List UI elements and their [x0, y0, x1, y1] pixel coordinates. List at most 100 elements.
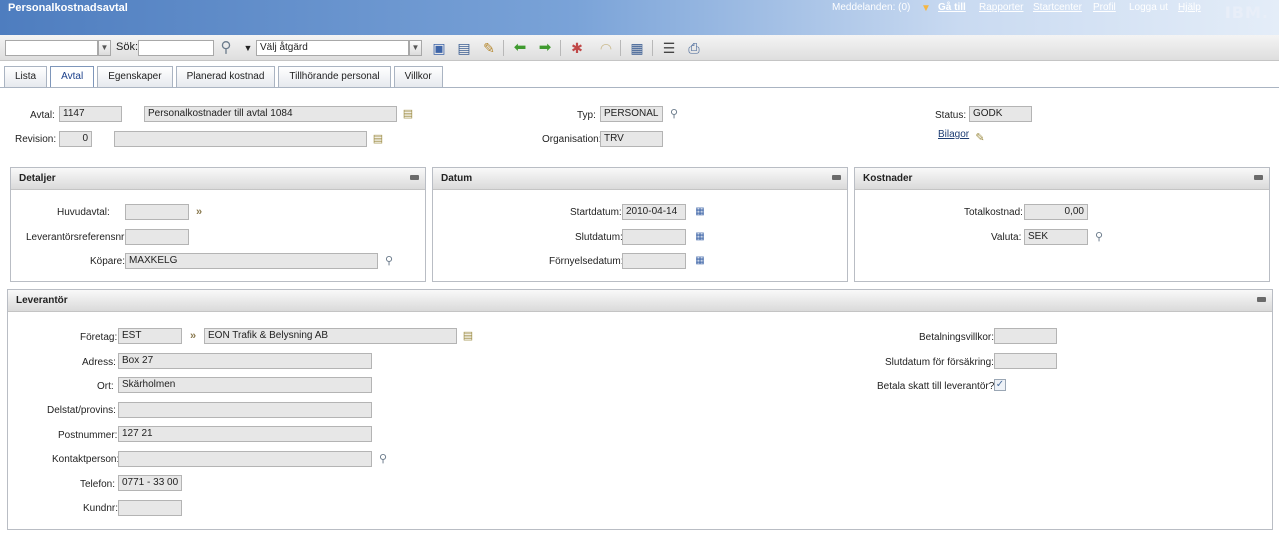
kontaktperson-field[interactable]	[118, 451, 372, 467]
messages-link[interactable]: Meddelanden: (0)	[832, 2, 910, 13]
search-icon[interactable]: ⚲	[382, 254, 396, 268]
search-icon[interactable]: ⚲	[667, 107, 681, 121]
description-field[interactable]: Personalkostnader till avtal 1084	[144, 106, 397, 122]
revision-field[interactable]: 0	[59, 131, 92, 147]
app-title: Personalkostnadsavtal	[8, 2, 128, 14]
attachment-edit-icon[interactable]: ✎	[973, 131, 987, 145]
totalkostnad-field[interactable]: 0,00	[1024, 204, 1088, 220]
valuta-label: Valuta:	[991, 232, 1022, 243]
go-to-icon[interactable]: »	[186, 329, 200, 343]
minimize-icon[interactable]	[832, 175, 841, 180]
workflow-icon[interactable]: ✱	[568, 39, 586, 57]
leverantorsreferens-field[interactable]	[125, 229, 189, 245]
kundnr-label: Kundnr:	[83, 503, 119, 514]
ort-field[interactable]: Skärholmen	[118, 377, 372, 393]
telefon-field[interactable]: 0771 - 33 00 3	[118, 475, 182, 491]
tab-avtal[interactable]: Avtal	[50, 66, 95, 88]
toolbar-separator	[620, 40, 621, 56]
search-icon[interactable]: ⚲	[376, 452, 390, 466]
clear-icon[interactable]: ✎	[480, 39, 498, 57]
betalningsvillkor-label: Betalningsvillkor:	[919, 332, 995, 343]
panel-title: Kostnader	[863, 173, 913, 184]
delstat-field[interactable]	[118, 402, 372, 418]
betala-skatt-checkbox[interactable]: ✓	[994, 379, 1006, 391]
typ-field[interactable]: PERSONAL	[600, 106, 663, 122]
profile-link[interactable]: Profil	[1093, 2, 1116, 13]
postnummer-label: Postnummer:	[58, 430, 118, 441]
panel-header: Detaljer	[11, 168, 425, 190]
slutdatum-field[interactable]	[622, 229, 686, 245]
report-icon[interactable]: ▦	[628, 39, 646, 57]
action-select[interactable]: Välj åtgärd	[256, 40, 409, 56]
toolbar-separator	[503, 40, 504, 56]
minimize-icon[interactable]	[410, 175, 419, 180]
ort-label: Ort:	[97, 381, 114, 392]
avtal-label: Avtal:	[30, 110, 55, 121]
calendar-icon[interactable]: ▦	[693, 205, 707, 219]
goto-menu[interactable]: Gå till	[938, 2, 966, 13]
long-description-icon[interactable]: ▤	[401, 107, 415, 121]
chevron-down-icon[interactable]: ▼	[98, 40, 111, 56]
minimize-icon[interactable]	[1254, 175, 1263, 180]
list-icon[interactable]: ☰	[660, 39, 678, 57]
tab-tillhorande-personal[interactable]: Tillhörande personal	[278, 66, 391, 87]
revision-description-field[interactable]	[114, 131, 367, 147]
organisation-field[interactable]: TRV	[600, 131, 663, 147]
long-description-icon[interactable]: ▤	[461, 329, 475, 343]
avtal-field[interactable]: 1147	[59, 106, 122, 122]
query-select[interactable]	[5, 40, 98, 56]
tab-planerad-kostnad[interactable]: Planerad kostnad	[175, 66, 276, 87]
tab-egenskaper[interactable]: Egenskaper	[97, 66, 173, 87]
adress-field[interactable]: Box 27	[118, 353, 372, 369]
bilagor-link[interactable]: Bilagor	[938, 129, 969, 140]
status-field[interactable]: GODK	[969, 106, 1032, 122]
panel-title: Leverantör	[16, 295, 68, 306]
slutdatum-forsakring-field[interactable]	[994, 353, 1057, 369]
kontaktperson-label: Kontaktperson:	[52, 454, 120, 465]
next-icon[interactable]: ➡	[536, 39, 554, 57]
huvudavtal-field[interactable]	[125, 204, 189, 220]
new-record-icon[interactable]: ▣	[430, 39, 448, 57]
calendar-icon[interactable]: ▦	[693, 254, 707, 268]
reports-link[interactable]: Rapporter	[979, 2, 1023, 13]
panel-title: Detaljer	[19, 173, 56, 184]
postnummer-field[interactable]: 127 21	[118, 426, 372, 442]
print-icon[interactable]: ⎙	[685, 39, 703, 57]
tab-villkor[interactable]: Villkor	[393, 66, 443, 87]
search-options-icon[interactable]: ▼	[239, 39, 257, 57]
logout-link[interactable]: Logga ut	[1129, 2, 1168, 13]
fornyelsedatum-field[interactable]	[622, 253, 686, 269]
go-to-icon[interactable]: »	[192, 205, 206, 219]
betala-skatt-label: Betala skatt till leverantör?	[877, 381, 995, 392]
startcenter-link[interactable]: Startcenter	[1033, 2, 1082, 13]
kopare-field[interactable]: MAXKELG	[125, 253, 378, 269]
toolbar-separator	[652, 40, 653, 56]
startdatum-field[interactable]: 2010-04-14	[622, 204, 686, 220]
search-icon[interactable]: ⚲	[217, 39, 235, 57]
tab-lista[interactable]: Lista	[4, 66, 48, 87]
panel-title: Datum	[441, 173, 473, 184]
foretag-name-field[interactable]: EON Trafik & Belysning AB	[204, 328, 457, 344]
search-input[interactable]	[138, 40, 214, 56]
foretag-code-field[interactable]: EST	[118, 328, 182, 344]
tab-bar: Lista Avtal Egenskaper Planerad kostnad …	[4, 66, 446, 88]
search-icon[interactable]: ⚲	[1092, 230, 1106, 244]
minimize-icon[interactable]	[1257, 297, 1266, 302]
save-icon[interactable]: ▤	[455, 39, 473, 57]
chevron-down-icon[interactable]: ▼	[409, 40, 422, 56]
help-link[interactable]: Hjälp	[1178, 2, 1201, 13]
long-description-icon[interactable]: ▤	[371, 132, 385, 146]
ibm-logo: IBM.	[1224, 3, 1269, 22]
betalningsvillkor-field[interactable]	[994, 328, 1057, 344]
valuta-field[interactable]: SEK	[1024, 229, 1088, 245]
panel-header: Leverantör	[8, 290, 1272, 312]
calendar-icon[interactable]: ▦	[693, 230, 707, 244]
revision-label: Revision:	[15, 134, 57, 145]
kostnader-panel: Kostnader	[854, 167, 1270, 282]
previous-icon[interactable]: ⬅	[511, 39, 529, 57]
fornyelsedatum-label: Förnyelsedatum:	[549, 256, 624, 267]
kundnr-field[interactable]	[118, 500, 182, 516]
startdatum-label: Startdatum:	[570, 207, 622, 218]
leverantorsreferens-label: Leverantörsreferensnr:	[26, 232, 128, 243]
slutdatum-forsakring-label: Slutdatum för försäkring:	[885, 357, 994, 368]
